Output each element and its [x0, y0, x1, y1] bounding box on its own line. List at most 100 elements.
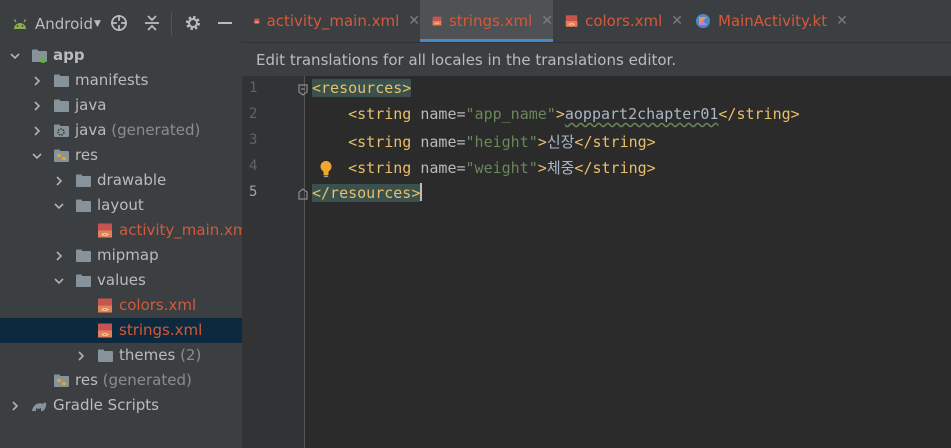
chevron-right-icon[interactable]: [10, 401, 20, 411]
chevron-right-icon[interactable]: [54, 176, 64, 186]
tree-item-label: res: [75, 146, 98, 164]
tree-item[interactable]: res: [0, 143, 242, 168]
line-number: 2: [249, 106, 258, 122]
close-icon[interactable]: ✕: [408, 13, 420, 29]
tree-item[interactable]: <> colors.xml: [0, 293, 242, 318]
tree-item-suffix: (2): [180, 346, 202, 364]
translations-banner: Edit translations for all locales in the…: [242, 42, 951, 76]
tree-item-text: themes: [119, 346, 176, 364]
android-icon: [13, 19, 27, 29]
tree-item[interactable]: themes (2): [0, 343, 242, 368]
project-view-dropdown[interactable]: Android ▼: [12, 15, 101, 33]
tree-item-text: res: [75, 371, 98, 389]
xml-file-icon: <>: [98, 323, 112, 339]
chevron-down-icon[interactable]: [10, 51, 20, 61]
chevron-down-icon: ▼: [94, 19, 101, 29]
tree-item[interactable]: Gradle Scripts: [0, 393, 242, 418]
tree-item[interactable]: <> strings.xml: [0, 318, 242, 343]
text-cursor: [420, 183, 423, 201]
tree-item[interactable]: res (generated): [0, 368, 242, 393]
folder-icon: [54, 99, 69, 112]
code-line-4[interactable]: <string name="weight">체중</string>: [312, 157, 656, 178]
attribute-value: "height": [465, 133, 538, 151]
string-value: 신장: [546, 133, 575, 151]
attribute-value: "weight": [465, 159, 538, 177]
chevron-down-icon[interactable]: [32, 151, 42, 161]
code-line-1[interactable]: <resources>: [312, 79, 412, 97]
tree-item-label: Gradle Scripts: [53, 396, 159, 414]
folder-icon: [76, 249, 91, 262]
tree-item-label: app: [53, 46, 85, 64]
close-icon[interactable]: ✕: [836, 13, 848, 29]
tree-item-text: colors.xml: [119, 296, 197, 314]
tree-item-text: mipmap: [97, 246, 159, 264]
tree-item-label: activity_main.xml: [119, 221, 252, 239]
chevron-right-icon[interactable]: [54, 251, 64, 261]
chevron-right-icon[interactable]: [32, 101, 42, 111]
xml-file-icon: <>: [565, 15, 578, 28]
kotlin-file-icon: [696, 14, 710, 28]
chevron-right-icon[interactable]: [32, 126, 42, 136]
tree-item[interactable]: app: [0, 43, 242, 68]
close-icon[interactable]: ✕: [541, 13, 553, 29]
tree-item-text: activity_main.xml: [119, 221, 252, 239]
toolbar-divider: [171, 12, 172, 36]
locate-file-icon[interactable]: [110, 14, 128, 32]
tab-label: strings.xml: [448, 12, 533, 30]
folder-icon: [54, 74, 69, 87]
folder-icon: [76, 174, 91, 187]
tag-close: </string>: [574, 133, 656, 151]
line-number: 1: [249, 80, 258, 96]
tree-item[interactable]: mipmap: [0, 243, 242, 268]
tree-item-label: manifests: [75, 71, 149, 89]
xml-file-icon: <>: [432, 16, 442, 26]
xml-file-icon: <>: [254, 18, 260, 24]
project-toolbar: Android ▼: [0, 0, 242, 48]
code-line-2[interactable]: <string name="app_name">aoppart2chapter0…: [312, 105, 800, 123]
svg-text:<>: <>: [101, 307, 109, 314]
tag-close: </string>: [574, 159, 656, 177]
tree-item-label: themes (2): [119, 346, 201, 364]
tree-item-label: drawable: [97, 171, 166, 189]
tree-item[interactable]: java (generated): [0, 118, 242, 143]
minimize-icon[interactable]: [216, 14, 234, 32]
tab-label: colors.xml: [585, 12, 663, 30]
tree-item[interactable]: drawable: [0, 168, 242, 193]
tree-item[interactable]: layout: [0, 193, 242, 218]
gradle-icon: [32, 402, 47, 411]
chevron-down-icon[interactable]: [54, 201, 64, 211]
fold-marker-icon[interactable]: [297, 84, 309, 96]
xml-file-icon: <>: [98, 298, 112, 314]
tab-label: activity_main.xml: [266, 12, 400, 30]
gear-icon[interactable]: [184, 14, 202, 32]
chevron-down-icon[interactable]: [54, 276, 64, 286]
tab-mainactivity-kt[interactable]: MainActivity.kt ✕: [683, 0, 853, 42]
tree-item-label: values: [97, 271, 146, 289]
fold-marker-icon[interactable]: [297, 188, 309, 200]
tree-item-label: java (generated): [75, 121, 200, 139]
tree-item[interactable]: <> activity_main.xml: [0, 218, 252, 243]
attribute-name: name=: [420, 159, 466, 177]
attribute-name: name=: [420, 133, 466, 151]
svg-text:<>: <>: [101, 332, 109, 339]
attribute-name: name=: [420, 105, 466, 123]
tree-item-text: res: [75, 146, 98, 164]
tab-activity-main-xml[interactable]: <> activity_main.xml ✕: [250, 0, 420, 42]
tag-gt: >: [537, 159, 547, 177]
collapse-all-icon[interactable]: [143, 14, 161, 32]
code-line-5[interactable]: </resources>: [312, 183, 423, 202]
chevron-right-icon[interactable]: [76, 351, 86, 361]
folder-icon: [76, 274, 91, 287]
tree-item[interactable]: manifests: [0, 68, 242, 93]
tree-item[interactable]: values: [0, 268, 242, 293]
tree-item[interactable]: java: [0, 93, 242, 118]
project-tree: app manifests java java (generated) res drawa…: [0, 43, 252, 418]
line-number: 5: [249, 184, 258, 200]
chevron-right-icon[interactable]: [32, 76, 42, 86]
res-folder-icon: [54, 374, 69, 387]
tab-strings-xml[interactable]: <> strings.xml ✕: [420, 0, 553, 42]
code-line-3[interactable]: <string name="height">신장</string>: [312, 131, 656, 152]
tab-colors-xml[interactable]: <> colors.xml ✕: [553, 0, 683, 42]
tree-item-text: drawable: [97, 171, 167, 189]
close-icon[interactable]: ✕: [671, 13, 683, 29]
